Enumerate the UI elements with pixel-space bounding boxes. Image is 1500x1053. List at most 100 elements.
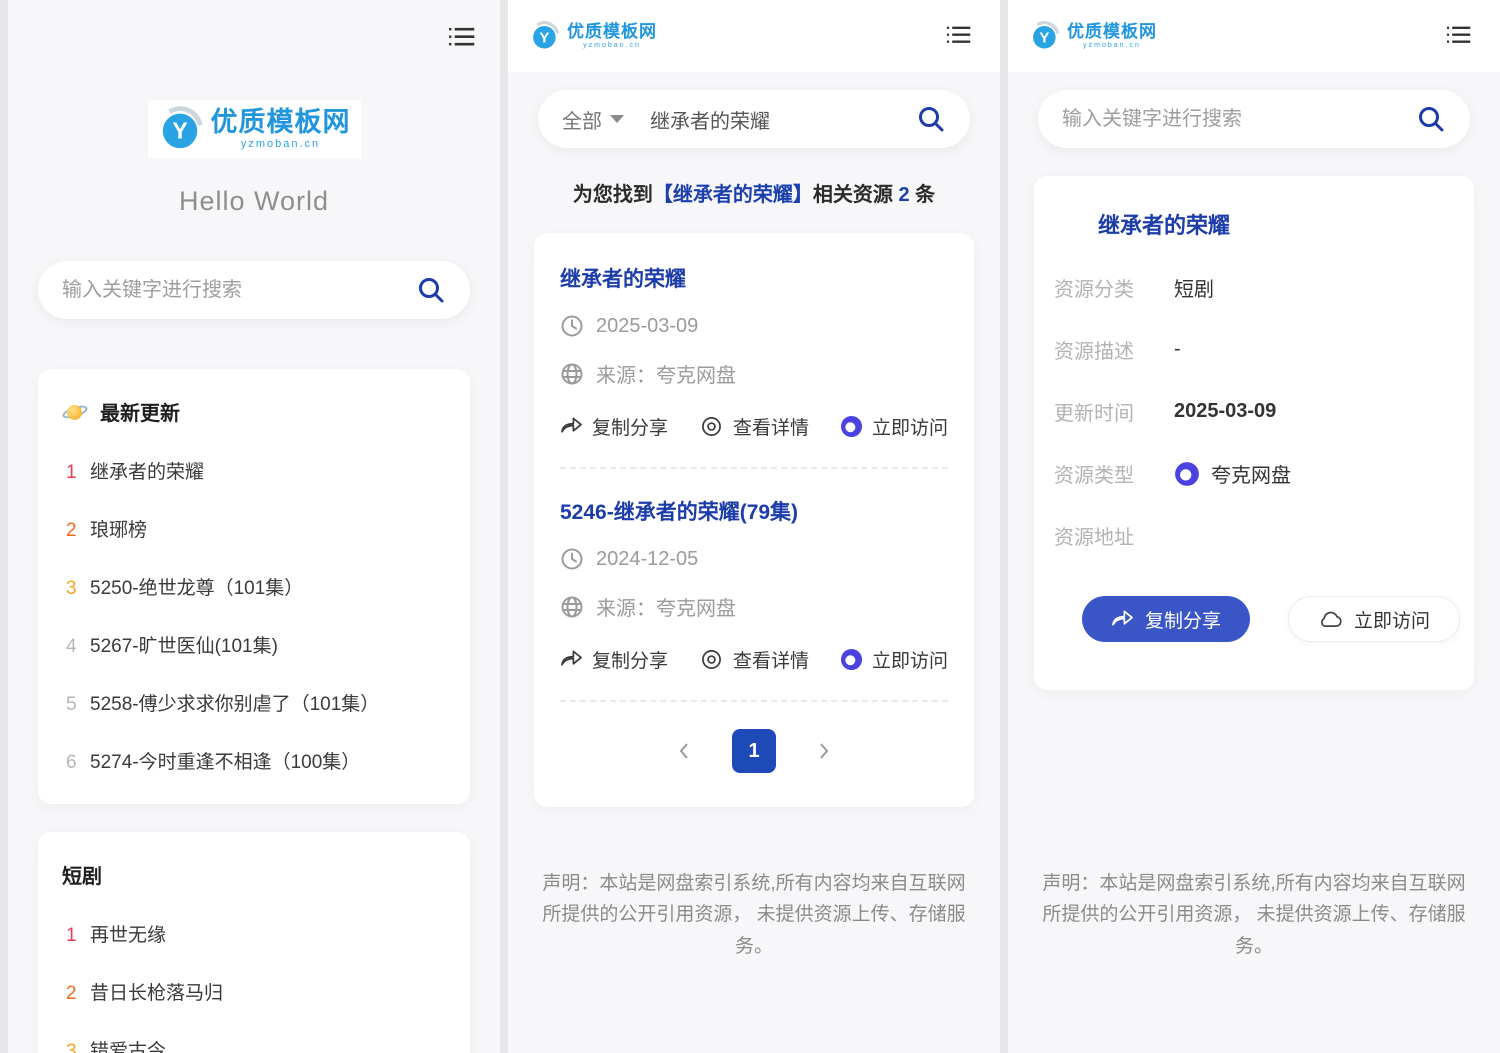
hamburger-list-icon xyxy=(1444,23,1472,47)
short-drama-title: 短剧 xyxy=(62,860,102,889)
rank-number: 6 xyxy=(66,752,90,774)
list-item-title: 琅琊榜 xyxy=(90,515,147,542)
result-date-row: 2025-03-09 xyxy=(560,314,948,338)
list-item[interactable]: 1 继承者的荣耀 xyxy=(62,457,446,484)
view-detail-button[interactable]: 查看详情 xyxy=(699,413,809,440)
home-search-input[interactable] xyxy=(62,279,416,302)
field-label: 资源分类 xyxy=(1054,273,1158,302)
planet-icon xyxy=(62,399,88,425)
result-actions: 复制分享 查看详情 立即访问 xyxy=(560,413,948,440)
dashed-divider xyxy=(560,467,948,469)
view-detail-button[interactable]: 查看详情 xyxy=(699,646,809,673)
field-value: 短剧 xyxy=(1174,273,1214,302)
result-middle: 相关资源 xyxy=(813,184,899,206)
copy-share-label: 复制分享 xyxy=(592,413,668,440)
visit-now-button[interactable]: 立即访问 xyxy=(1288,596,1460,642)
detail-search-button[interactable] xyxy=(1416,104,1446,134)
view-detail-label: 查看详情 xyxy=(733,646,809,673)
eye-icon xyxy=(699,649,724,670)
list-item-title: 错爱古今 xyxy=(90,1036,166,1053)
list-item-title: 5250-绝世龙尊（101集） xyxy=(90,573,303,600)
prev-page-button[interactable] xyxy=(676,741,692,761)
site-logo[interactable]: Y 优质模板网 yzmoban.cn xyxy=(148,100,361,158)
page-1-button[interactable]: 1 xyxy=(732,729,776,773)
result-item: 5246-继承者的荣耀(79集) 2024-12-05 来源：夸克网盘 xyxy=(560,496,948,673)
results-search-input[interactable] xyxy=(650,108,916,131)
quark-disk-icon xyxy=(840,648,863,671)
latest-updates-card: 最新更新 1 继承者的荣耀 2 琅琊榜 3 5250-绝世龙尊（101集） 4 … xyxy=(38,369,470,804)
site-logo[interactable]: Y 优质模板网 yzmoban.cn xyxy=(1020,15,1167,57)
menu-button[interactable] xyxy=(940,19,976,54)
list-item[interactable]: 5 5258-傅少求求你别虐了（101集） xyxy=(62,689,446,716)
dashed-divider xyxy=(560,700,948,702)
site-logo[interactable]: Y 优质模板网 yzmoban.cn xyxy=(520,15,667,57)
hello-world-text: Hello World xyxy=(8,186,500,217)
list-item[interactable]: 2 昔日长枪落马归 xyxy=(62,978,446,1005)
chevron-down-icon xyxy=(610,115,624,123)
visit-now-button[interactable]: 立即访问 xyxy=(840,646,948,673)
list-item[interactable]: 6 5274-今时重逢不相逢（100集） xyxy=(62,747,446,774)
copy-share-label: 复制分享 xyxy=(592,646,668,673)
rank-number: 5 xyxy=(66,694,90,716)
copy-share-button[interactable]: 复制分享 xyxy=(1082,596,1250,642)
list-item[interactable]: 3 5250-绝世龙尊（101集） xyxy=(62,573,446,600)
quark-disk-icon xyxy=(1174,461,1200,487)
share-arrow-icon xyxy=(560,416,583,437)
copy-share-button[interactable]: 复制分享 xyxy=(560,413,668,440)
resource-type-text: 夸克网盘 xyxy=(1211,459,1291,488)
list-item[interactable]: 2 琅琊榜 xyxy=(62,515,446,542)
result-source-row: 来源：夸克网盘 xyxy=(560,592,948,621)
field-value: 夸克网盘 xyxy=(1174,459,1291,488)
results-search-button[interactable] xyxy=(916,104,946,134)
field-label: 资源描述 xyxy=(1054,335,1158,364)
list-item-title: 5274-今时重逢不相逢（100集） xyxy=(90,747,360,774)
globe-icon xyxy=(560,595,584,619)
chevron-right-icon xyxy=(816,741,832,761)
field-value: 2025-03-09 xyxy=(1174,400,1276,423)
brand-name: 优质模板网 xyxy=(1067,23,1157,40)
menu-button[interactable] xyxy=(442,20,480,57)
visit-now-button[interactable]: 立即访问 xyxy=(840,413,948,440)
brand-domain: yzmoban.cn xyxy=(1083,42,1141,49)
result-title-link[interactable]: 继承者的荣耀 xyxy=(560,263,948,293)
rank-number: 1 xyxy=(66,462,90,484)
svg-text:Y: Y xyxy=(539,29,549,46)
top-header: Y 优质模板网 yzmoban.cn xyxy=(508,0,1000,72)
field-value: - xyxy=(1174,338,1181,361)
result-date-row: 2024-12-05 xyxy=(560,547,948,571)
list-item-title: 再世无缘 xyxy=(90,920,166,947)
result-source: 来源：夸克网盘 xyxy=(596,592,736,621)
detail-row-type: 资源类型 夸克网盘 xyxy=(1054,459,1474,488)
detail-search-input[interactable] xyxy=(1062,108,1416,131)
rank-number: 2 xyxy=(66,983,90,1005)
pagination: 1 xyxy=(560,729,948,773)
visit-now-label: 立即访问 xyxy=(872,646,948,673)
panel-resource-detail: Y 优质模板网 yzmoban.cn xyxy=(1008,0,1500,1053)
panel-home: Y 优质模板网 yzmoban.cn Hello World 最新更新 1 继承… xyxy=(8,0,500,1053)
menu-button[interactable] xyxy=(1440,19,1476,54)
resource-detail-card: 继承者的荣耀 资源分类 短剧 资源描述 - 更新时间 2025-03-09 资源… xyxy=(1034,176,1474,690)
result-title-link[interactable]: 5246-继承者的荣耀(79集) xyxy=(560,496,948,526)
result-date: 2025-03-09 xyxy=(596,315,698,338)
home-search-button[interactable] xyxy=(416,275,446,305)
next-page-button[interactable] xyxy=(816,741,832,761)
brand-y-icon: Y xyxy=(1030,21,1060,51)
result-suffix: 条 xyxy=(910,184,936,206)
list-item[interactable]: 4 5267-旷世医仙(101集) xyxy=(62,631,446,658)
rank-number: 3 xyxy=(66,1041,90,1053)
result-source-row: 来源：夸克网盘 xyxy=(560,359,948,388)
field-label: 更新时间 xyxy=(1054,397,1158,426)
search-icon xyxy=(916,104,946,134)
result-count-line: 为您找到【继承者的荣耀】相关资源 2 条 xyxy=(508,178,1000,207)
clock-icon xyxy=(560,314,584,338)
copy-share-button[interactable]: 复制分享 xyxy=(560,646,668,673)
disclaimer-text: 声明：本站是网盘索引系统,所有内容均来自互联网所提供的公开引用资源， 未提供资源… xyxy=(1040,868,1468,962)
list-item[interactable]: 1 再世无缘 xyxy=(62,920,446,947)
brand-domain: yzmoban.cn xyxy=(241,139,320,150)
list-item[interactable]: 3 错爱古今 xyxy=(62,1036,446,1053)
view-detail-label: 查看详情 xyxy=(733,413,809,440)
quark-disk-icon xyxy=(840,415,863,438)
results-card: 继承者的荣耀 2025-03-09 来源：夸克网盘 xyxy=(534,233,974,807)
share-arrow-icon xyxy=(1111,609,1134,630)
category-filter-dropdown[interactable]: 全部 xyxy=(562,105,624,134)
